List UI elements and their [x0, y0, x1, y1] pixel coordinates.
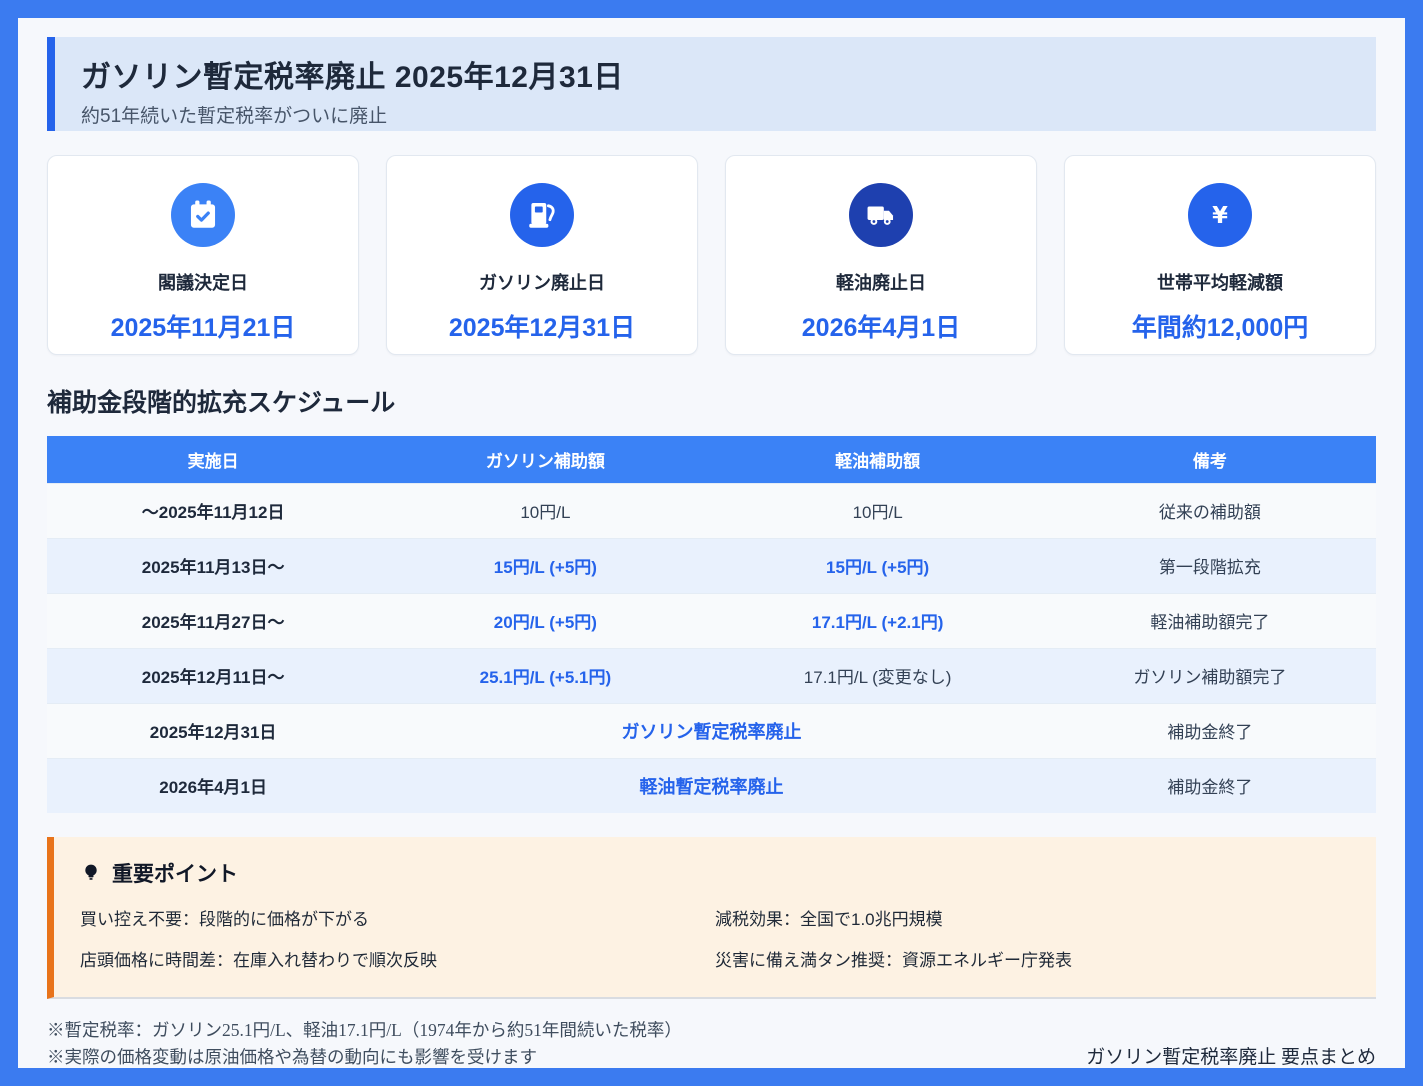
lightbulb-icon — [80, 862, 102, 884]
page-title: ガソリン暫定税率廃止 2025年12月31日 — [81, 52, 1350, 96]
cell-diesel: 17.1円/L (+2.1円) — [712, 593, 1044, 648]
table-row: 2025年12月31日 ガソリン暫定税率廃止 補助金終了 — [47, 703, 1376, 758]
cell-diesel: 15円/L (+5円) — [712, 538, 1044, 593]
cell-date: 2025年12月31日 — [47, 703, 379, 758]
table-row: 2025年12月11日〜 25.1円/L (+5.1円) 17.1円/L (変更… — [47, 648, 1376, 703]
cell-note: 補助金終了 — [1044, 703, 1376, 758]
cell-note: ガソリン補助額完了 — [1044, 648, 1376, 703]
table-row: 2026年4月1日 軽油暫定税率廃止 補助金終了 — [47, 758, 1376, 813]
important-points-panel: 重要ポイント 買い控え不要：段階的に価格が下がる 店頭価格に時間差：在庫入れ替わ… — [47, 837, 1376, 999]
card-label: 閣議決定日 — [158, 269, 248, 295]
page-subtitle: 約51年続いた暫定税率がついに廃止 — [81, 101, 1350, 128]
footnote: ※暫定税率：ガソリン25.1円/L、軽油17.1円/L（1974年から約51年間… — [47, 1017, 682, 1044]
cell-diesel: 17.1円/L (変更なし) — [712, 648, 1044, 703]
card-diesel-abolition: 軽油廃止日 2026年4月1日 — [725, 155, 1037, 355]
cell-note: 軽油補助額完了 — [1044, 593, 1376, 648]
footnote: ※実際の価格変動は原油価格や為替の動向にも影響を受けます — [47, 1044, 682, 1071]
table-row: 2025年11月13日〜 15円/L (+5円) 15円/L (+5円) 第一段… — [47, 538, 1376, 593]
card-gasoline-abolition: ガソリン廃止日 2025年12月31日 — [386, 155, 698, 355]
cell-date: 2026年4月1日 — [47, 758, 379, 813]
cell-milestone: ガソリン暫定税率廃止 — [379, 703, 1044, 758]
cell-milestone: 軽油暫定税率廃止 — [379, 758, 1044, 813]
card-value: 年間約12,000円 — [1132, 308, 1308, 344]
subsidy-schedule-table: 実施日 ガソリン補助額 軽油補助額 備考 〜2025年11月12日 10円/L … — [47, 436, 1376, 813]
cell-note: 第一段階拡充 — [1044, 538, 1376, 593]
points-header: 重要ポイント — [80, 858, 1350, 888]
footer: ※暫定税率：ガソリン25.1円/L、軽油17.1円/L（1974年から約51年間… — [47, 1017, 1376, 1071]
point-item: 減税効果：全国で1.0兆円規模 — [715, 905, 1350, 930]
table-row: 〜2025年11月12日 10円/L 10円/L 従来の補助額 — [47, 483, 1376, 538]
point-item: 買い控え不要：段階的に価格が下がる — [80, 905, 715, 930]
cell-gasoline: 20円/L (+5円) — [379, 593, 711, 648]
card-cabinet-decision: 閣議決定日 2025年11月21日 — [47, 155, 359, 355]
cell-date: 2025年11月13日〜 — [47, 538, 379, 593]
cell-note: 従来の補助額 — [1044, 483, 1376, 538]
footnotes: ※暫定税率：ガソリン25.1円/L、軽油17.1円/L（1974年から約51年間… — [47, 1017, 682, 1071]
schedule-section-title: 補助金段階的拡充スケジュール — [47, 383, 1376, 419]
card-household-savings: ¥ 世帯平均軽減額 年間約12,000円 — [1064, 155, 1376, 355]
points-title: 重要ポイント — [112, 858, 238, 888]
yen-icon: ¥ — [1188, 183, 1252, 247]
cell-gasoline: 25.1円/L (+5.1円) — [379, 648, 711, 703]
card-value: 2025年11月21日 — [111, 308, 296, 344]
point-item: 災害に備え満タン推奨：資源エネルギー庁発表 — [715, 946, 1350, 971]
stat-cards: 閣議決定日 2025年11月21日 ガソリン廃止日 2025年12月31日 — [47, 155, 1376, 355]
cell-gasoline: 10円/L — [379, 483, 711, 538]
infographic-page: ガソリン暫定税率廃止 2025年12月31日 約51年続いた暫定税率がついに廃止… — [0, 0, 1423, 1086]
col-header-note: 備考 — [1044, 436, 1376, 483]
card-value: 2026年4月1日 — [802, 308, 960, 344]
table-row: 2025年11月27日〜 20円/L (+5円) 17.1円/L (+2.1円)… — [47, 593, 1376, 648]
header-banner: ガソリン暫定税率廃止 2025年12月31日 約51年続いた暫定税率がついに廃止 — [47, 37, 1376, 131]
cell-date: 2025年12月11日〜 — [47, 648, 379, 703]
points-grid: 買い控え不要：段階的に価格が下がる 店頭価格に時間差：在庫入れ替わりで順次反映 … — [80, 905, 1350, 971]
footer-summary: ガソリン暫定税率廃止 要点まとめ — [1086, 1042, 1376, 1071]
card-label: 軽油廃止日 — [836, 269, 926, 295]
point-item: 店頭価格に時間差：在庫入れ替わりで順次反映 — [80, 946, 715, 971]
col-header-date: 実施日 — [47, 436, 379, 483]
card-label: 世帯平均軽減額 — [1157, 269, 1283, 295]
cell-note: 補助金終了 — [1044, 758, 1376, 813]
cell-gasoline: 15円/L (+5円) — [379, 538, 711, 593]
card-value: 2025年12月31日 — [449, 308, 635, 344]
svg-text:¥: ¥ — [1212, 203, 1228, 229]
truck-icon — [849, 183, 913, 247]
fuel-pump-icon — [510, 183, 574, 247]
col-header-diesel: 軽油補助額 — [712, 436, 1044, 483]
cell-date: 2025年11月27日〜 — [47, 593, 379, 648]
cell-diesel: 10円/L — [712, 483, 1044, 538]
cell-date: 〜2025年11月12日 — [47, 483, 379, 538]
col-header-gasoline: ガソリン補助額 — [379, 436, 711, 483]
card-label: ガソリン廃止日 — [479, 269, 605, 295]
table-header-row: 実施日 ガソリン補助額 軽油補助額 備考 — [47, 436, 1376, 483]
calendar-check-icon — [171, 183, 235, 247]
